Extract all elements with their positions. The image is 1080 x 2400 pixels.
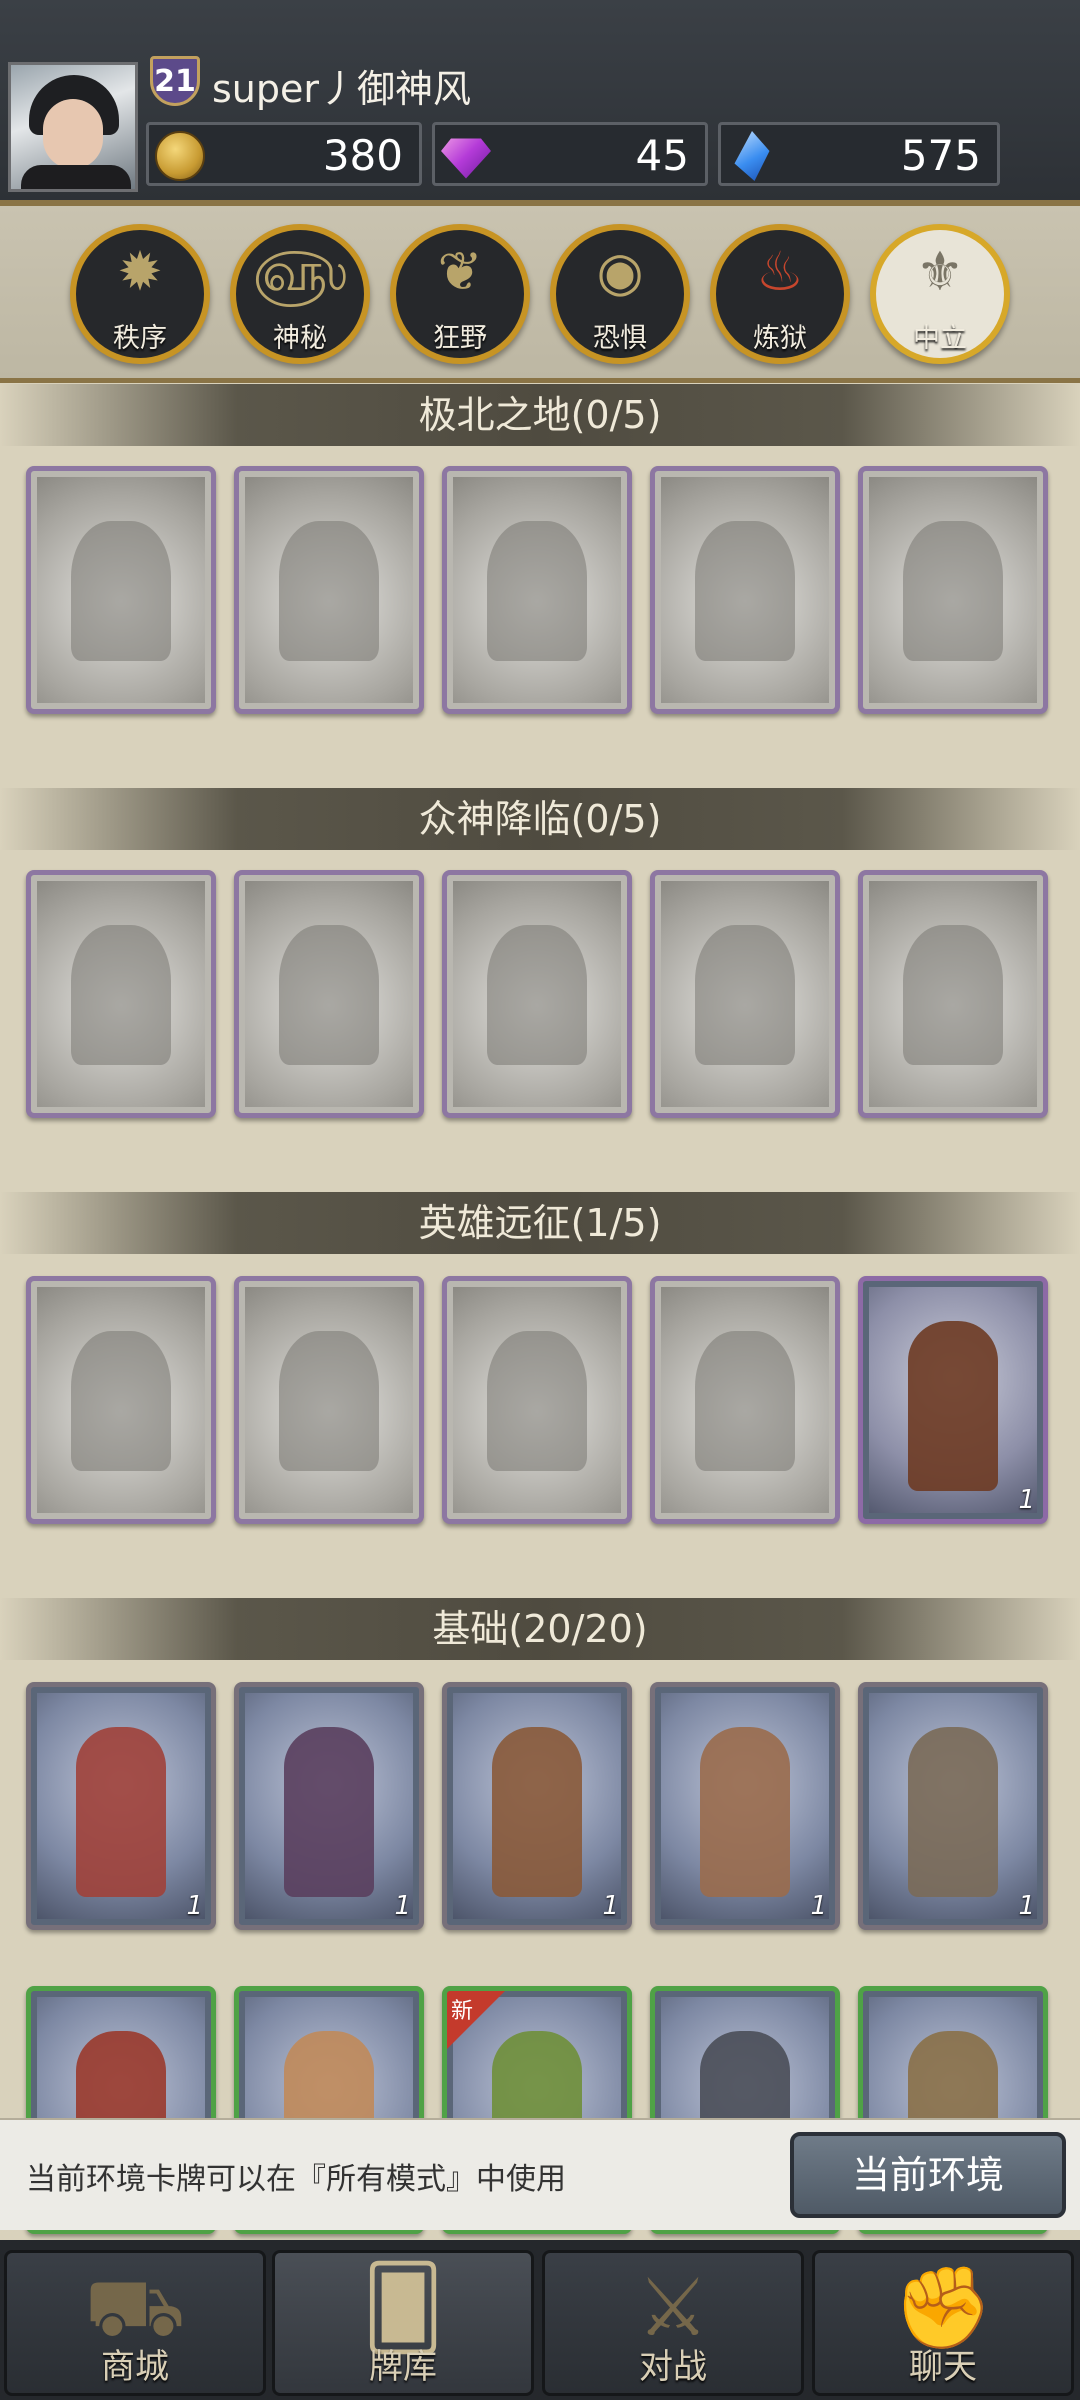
card-owned[interactable]: 1 <box>858 1276 1048 1524</box>
card-locked[interactable] <box>650 870 840 1118</box>
faction-tab-order[interactable]: ✹ 秩序 <box>70 224 210 364</box>
top-bar: 21 super丿御神风 380 45 575 <box>0 0 1080 206</box>
card-locked[interactable] <box>26 870 216 1118</box>
new-label: 新 <box>451 1999 474 2024</box>
section-header: 基础(20/20) <box>0 1598 1080 1660</box>
environment-info-text: 当前环境卡牌可以在『所有模式』中使用 <box>26 2162 566 2197</box>
card-owned[interactable]: 1 <box>26 1682 216 1930</box>
faction-tab-wild[interactable]: ❦ 狂野 <box>390 224 530 364</box>
flame-icon: ♨ <box>755 240 805 303</box>
card-locked[interactable] <box>650 466 840 714</box>
card-count: 1 <box>1018 1485 1035 1515</box>
gem-counter[interactable]: 45 <box>432 122 708 186</box>
gem-value: 45 <box>635 131 689 180</box>
faction-label: 炼狱 <box>753 323 807 354</box>
card-locked[interactable] <box>234 466 424 714</box>
faction-label: 神秘 <box>273 323 327 354</box>
card-count: 1 <box>1018 1891 1035 1921</box>
player-avatar[interactable] <box>8 62 138 192</box>
username: super丿御神风 <box>212 67 472 111</box>
nav-tab-label: 对战 <box>639 2347 707 2387</box>
nav-tab-label: 商城 <box>101 2347 169 2387</box>
card-count: 1 <box>810 1891 827 1921</box>
card-locked[interactable] <box>234 1276 424 1524</box>
faction-tab-neutral[interactable]: ⚜ 中立 <box>870 224 1010 364</box>
nav-tab-label: 聊天 <box>909 2347 977 2387</box>
card-locked[interactable] <box>442 870 632 1118</box>
gold-coin-icon <box>155 131 205 181</box>
faction-label: 秩序 <box>113 323 167 354</box>
sun-icon: ✹ <box>117 240 163 303</box>
section-header: 英雄远征(1/5) <box>0 1192 1080 1254</box>
bottom-nav: ⛟ 商城 🂠 牌库 ⚔ 对战 ✊ 聊天 <box>0 2240 1080 2400</box>
card-locked[interactable] <box>234 870 424 1118</box>
card-locked[interactable] <box>442 1276 632 1524</box>
card-owned[interactable]: 1 <box>442 1682 632 1930</box>
card-count: 1 <box>394 1891 411 1921</box>
card-locked[interactable] <box>442 466 632 714</box>
leaf-icon: ❦ <box>437 240 483 303</box>
gold-value: 380 <box>322 131 403 180</box>
nav-tab-battle[interactable]: ⚔ 对战 <box>542 2250 804 2396</box>
card-owned[interactable]: 1 <box>858 1682 1048 1930</box>
faction-label: 恐惧 <box>593 323 647 354</box>
card-owned[interactable]: 1 <box>650 1682 840 1930</box>
faction-filter-bar: ✹ 秩序 ௵ 神秘 ❦ 狂野 ◉ 恐惧 ♨ 炼狱 ⚜ 中立 <box>0 206 1080 383</box>
environment-info-bar: 当前环境卡牌可以在『所有模式』中使用 当前环境 <box>0 2118 1080 2230</box>
faction-tab-fear[interactable]: ◉ 恐惧 <box>550 224 690 364</box>
card-locked[interactable] <box>650 1276 840 1524</box>
crystal-icon <box>734 131 770 181</box>
card-locked[interactable] <box>858 466 1048 714</box>
gem-icon <box>441 138 491 179</box>
faction-label: 狂野 <box>433 323 487 354</box>
level-badge: 21 <box>150 56 200 106</box>
current-environment-button[interactable]: 当前环境 <box>790 2132 1066 2218</box>
faction-label: 中立 <box>913 323 967 354</box>
nav-tab-label: 牌库 <box>369 2347 437 2387</box>
eye-icon: ◉ <box>596 240 644 303</box>
gold-counter[interactable]: 380 <box>146 122 422 186</box>
card-locked[interactable] <box>26 466 216 714</box>
section-header: 众神降临(0/5) <box>0 788 1080 850</box>
swirl-icon: ௵ <box>252 240 348 303</box>
card-owned[interactable]: 1 <box>234 1682 424 1930</box>
crest-icon: ⚜ <box>915 240 965 303</box>
faction-tab-mystery[interactable]: ௵ 神秘 <box>230 224 370 364</box>
card-locked[interactable] <box>26 1276 216 1524</box>
section-header: 极北之地(0/5) <box>0 384 1080 446</box>
nav-tab-shop[interactable]: ⛟ 商城 <box>4 2250 266 2396</box>
card-count: 1 <box>602 1891 619 1921</box>
faction-tab-inferno[interactable]: ♨ 炼狱 <box>710 224 850 364</box>
crystal-counter[interactable]: 575 <box>718 122 1000 186</box>
nav-tab-chat[interactable]: ✊ 聊天 <box>812 2250 1074 2396</box>
nav-tab-deck[interactable]: 🂠 牌库 <box>272 2250 534 2396</box>
crystal-value: 575 <box>900 131 981 180</box>
card-locked[interactable] <box>858 870 1048 1118</box>
card-count: 1 <box>186 1891 203 1921</box>
